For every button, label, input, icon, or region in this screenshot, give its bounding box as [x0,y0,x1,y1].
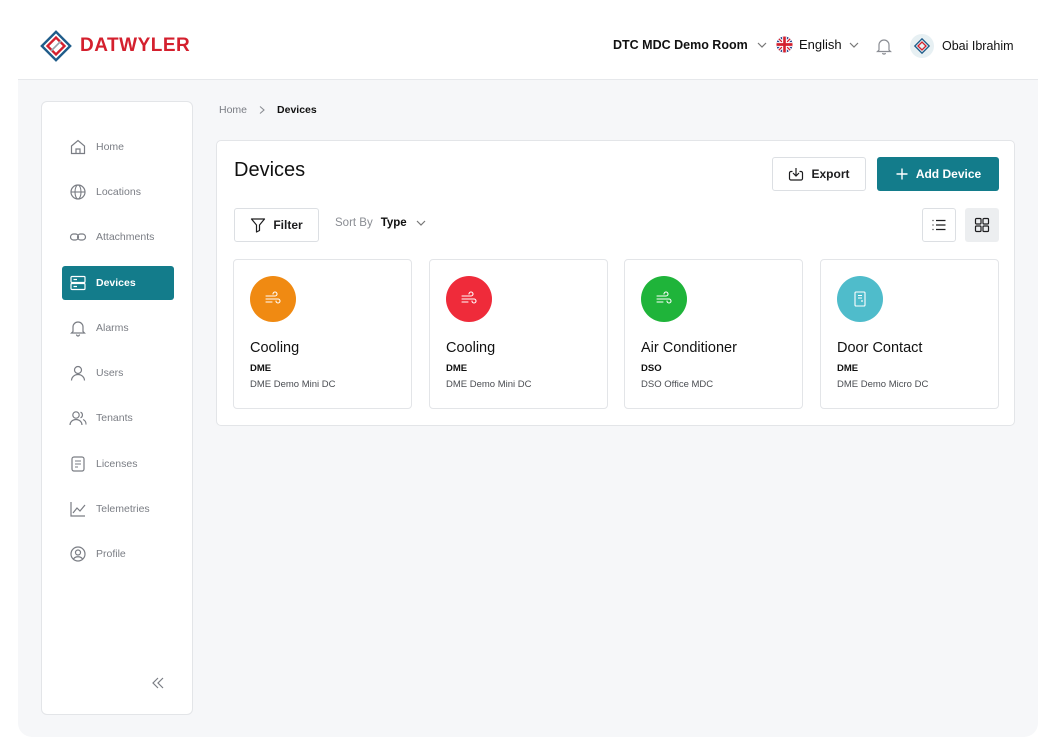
sort-by-value: Type [380,217,407,229]
page-title: Devices [234,159,306,181]
sidebar-item-label: Users [96,367,124,379]
door-icon [854,291,866,307]
chart-line-icon [70,502,86,517]
add-device-button[interactable]: Add Device [877,157,999,191]
device-site: DME Demo Mini DC [446,379,532,390]
sidebar-item-label: Devices [96,277,136,289]
sort-by-control: Sort By Type [335,217,427,229]
chevron-down-icon [849,42,859,48]
device-site: DME Demo Micro DC [837,379,929,390]
sidebar-item-label: Telemetries [96,503,150,515]
device-card[interactable]: Cooling DME DME Demo Mini DC [429,259,608,409]
device-code: DSO [641,363,662,374]
sidebar: Home Locations Attachments Devices Alarm… [41,101,193,715]
globe-icon [70,184,86,200]
avatar [910,34,934,58]
grid-view-button[interactable] [965,208,999,242]
sidebar-item-label: Alarms [96,322,129,334]
sidebar-item-label: Tenants [96,412,133,424]
uk-flag-icon [776,36,793,53]
sidebar-item-devices[interactable]: Devices [62,266,174,300]
grid-icon [974,217,990,233]
link-icon [69,233,87,241]
sidebar-item-tenants[interactable]: Tenants [62,401,174,435]
sidebar-item-attachments[interactable]: Attachments [62,220,174,254]
bell-icon [70,321,86,337]
list-view-button[interactable] [922,208,956,242]
brand-logo[interactable]: DATWYLER [40,30,190,62]
sidebar-item-label: Licenses [96,458,138,470]
sidebar-item-label: Locations [96,186,141,198]
sidebar-item-label: Profile [96,548,126,560]
devices-panel: Devices Export Add Device Filter Sort By… [216,140,1015,426]
breadcrumb: Home Devices [219,104,317,116]
device-code: DME [446,363,468,374]
filter-button[interactable]: Filter [234,208,319,242]
export-button[interactable]: Export [772,157,866,191]
chevron-down-icon [757,42,767,48]
collapse-sidebar-icon[interactable] [149,674,167,692]
sidebar-item-telemetries[interactable]: Telemetries [62,492,174,526]
breadcrumb-home-link[interactable]: Home [219,104,247,116]
user-name: Obai Ibrahim [942,39,1014,53]
sort-by-select[interactable]: Type [381,217,427,229]
sidebar-item-profile[interactable]: Profile [62,537,174,571]
server-icon [70,275,86,291]
device-card[interactable]: Cooling DME DME Demo Mini DC [233,259,412,409]
device-icon-badge [837,276,883,322]
device-icon-badge [446,276,492,322]
sidebar-item-alarms[interactable]: Alarms [62,311,174,345]
language-selector[interactable]: English [776,36,860,53]
device-site: DSO Office MDC [641,379,714,390]
home-icon [70,139,86,155]
brand-logo-mark-icon [40,30,72,62]
brand-name: DATWYLER [80,35,191,56]
sidebar-item-label: Attachments [96,231,155,243]
user-icon [70,365,86,381]
wind-icon [461,291,477,304]
wind-icon [656,291,672,304]
device-card[interactable]: Air Conditioner DSO DSO Office MDC [624,259,803,409]
export-label: Export [811,167,850,181]
chevron-right-icon [259,106,265,114]
sort-by-label: Sort By [335,217,373,229]
language-label: English [799,37,842,52]
add-device-label: Add Device [915,167,982,181]
sidebar-item-locations[interactable]: Locations [62,175,174,209]
sidebar-item-label: Home [96,141,125,153]
device-name: Cooling [250,340,300,356]
notifications-bell-icon[interactable] [876,37,892,55]
plus-icon [896,168,908,180]
sidebar-item-licenses[interactable]: Licenses [62,447,174,481]
top-header: DATWYLER DTC MDC Demo Room English Obai … [0,0,1056,80]
device-icon-badge [641,276,687,322]
device-code: DME [837,363,859,374]
filter-label: Filter [273,218,303,232]
sidebar-item-home[interactable]: Home [62,130,174,164]
device-name: Air Conditioner [641,340,737,356]
device-code: DME [250,363,272,374]
device-site: DME Demo Mini DC [250,379,336,390]
device-name: Door Contact [837,340,923,356]
device-icon-badge [250,276,296,322]
filter-icon [251,218,266,233]
users-icon [69,411,87,426]
download-icon [789,168,804,181]
chevron-down-icon [416,220,426,226]
avatar-logo-icon [913,37,931,55]
room-selector[interactable]: DTC MDC Demo Room [613,38,768,52]
wind-icon [265,291,281,304]
device-name: Cooling [446,340,496,356]
list-icon [932,219,946,231]
user-menu[interactable]: Obai Ibrahim [910,34,1014,58]
license-icon [71,456,85,472]
sidebar-item-users[interactable]: Users [62,356,174,390]
breadcrumb-current: Devices [277,104,317,116]
room-name: DTC MDC Demo Room [613,38,748,52]
device-card[interactable]: Door Contact DME DME Demo Micro DC [820,259,999,409]
profile-icon [70,546,86,562]
